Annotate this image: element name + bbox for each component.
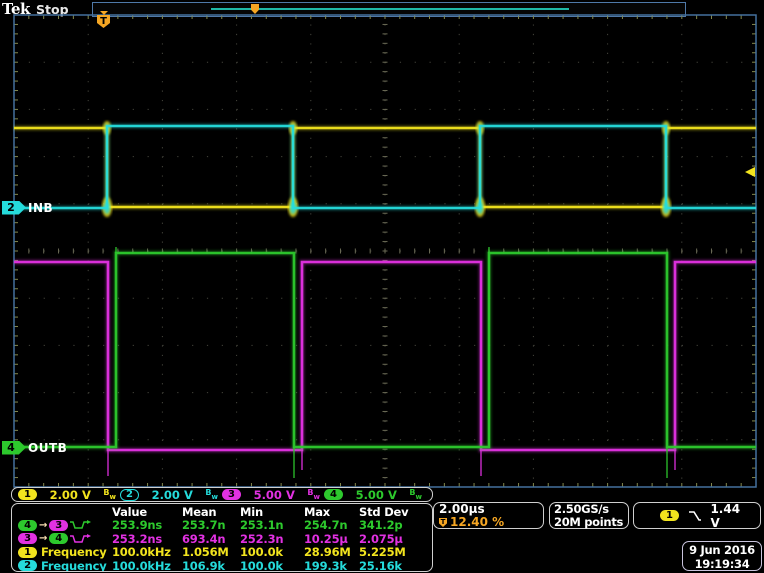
channel-4-signal-name: OUTB	[28, 441, 67, 455]
channel-3-scale: 5.00 V	[254, 488, 295, 502]
delay-edges-icon	[69, 533, 93, 545]
trigger-source-badge: 1	[660, 510, 679, 521]
measurement-value: 25.16k	[359, 559, 432, 572]
measurement-value: 106.9k	[182, 559, 240, 572]
measurement-channel-badge-3: 3	[49, 520, 68, 531]
measurement-name: Frequency	[41, 545, 107, 559]
measurement-row-icons: 4→3	[18, 519, 112, 531]
trigger-position-percent: 12.40 %	[450, 516, 504, 529]
measurement-value: 100.0k	[240, 545, 304, 559]
trigger-settings-box[interactable]: 1 1.44 V	[633, 502, 761, 529]
channel-1-badge: 1	[18, 489, 37, 500]
record-length: 20M points	[554, 516, 624, 529]
trigger-flag-arrow-icon	[100, 11, 108, 15]
arrow-icon: →	[39, 520, 47, 531]
measurement-channel-badge-1: 1	[18, 547, 37, 558]
trigger-flag-t-icon: T	[97, 15, 110, 28]
datetime-box: 9 Jun 2016 19:19:34	[682, 541, 762, 571]
measurement-row-icons: 1 Frequency	[18, 545, 112, 559]
measurement-value: 253.2ns	[112, 532, 182, 546]
measurement-row: 1 Frequency 100.0kHz1.056M100.0k28.96M5.22…	[18, 545, 432, 558]
measurement-value: 341.2p	[359, 518, 432, 532]
measurement-value: 253.9ns	[112, 518, 182, 532]
channel-2-badge: 2	[120, 489, 139, 501]
measurement-value: 252.3n	[240, 532, 304, 546]
channel-1-scale: 2.00 V	[50, 488, 91, 502]
measurement-row: 4→3253.9ns253.7n253.1n254.7n341.2p	[18, 518, 432, 531]
channel-2-scale: 2.00 V	[152, 488, 193, 502]
trigger-level-arrow-icon[interactable]	[745, 167, 755, 177]
bandwidth-limit-icon: Bw	[409, 488, 422, 501]
oscilloscope-screen: Tek Stop T 2 INB 4 OUTB 12.00 VBw22.00 V…	[0, 0, 764, 573]
measurement-value: 28.96M	[304, 545, 359, 559]
channel-4-scale: 5.00 V	[356, 488, 397, 502]
trace-ch4	[14, 247, 756, 478]
channel-3-settings[interactable]: 3 5.00 V Bw	[222, 488, 324, 502]
trigger-position-mini-icon: T	[439, 518, 447, 527]
channel-2-signal-name: INB	[28, 201, 53, 215]
trace-ch3	[14, 262, 756, 476]
measurement-channel-badge-2: 2	[18, 560, 37, 571]
channel-1-settings[interactable]: 1 2.00 V Bw	[18, 488, 120, 502]
channel-settings-bar: 1 2.00 V Bw 2 2.00 V Bw 3 5.00 V Bw 4 5.00 V Bw	[11, 487, 433, 502]
measurement-channel-badge-4: 4	[49, 533, 68, 544]
measurement-channel-badge-4: 4	[18, 520, 37, 531]
col-header-min: Min	[240, 505, 304, 519]
col-header-max: Max	[304, 505, 359, 519]
measurement-row-icons: 3→4	[18, 533, 112, 545]
measurement-row: 2 Frequency 100.0kHz106.9k100.0k199.3k25.1…	[18, 559, 432, 572]
measurement-value: 253.1n	[240, 518, 304, 532]
measurement-value: 199.3k	[304, 559, 359, 572]
channel-4-settings[interactable]: 4 5.00 V Bw	[324, 488, 426, 502]
measurement-value: 100.0k	[240, 559, 304, 572]
channel-4-position-label[interactable]: 4 OUTB	[2, 440, 67, 455]
trigger-level-value: 1.44 V	[710, 502, 752, 530]
trace-ch2	[14, 126, 756, 214]
horizontal-settings-box[interactable]: 2.00µs T 12.40 %	[433, 502, 544, 529]
measurement-value: 1.056M	[182, 545, 240, 559]
time-label: 19:19:34	[683, 557, 761, 571]
measurement-channel-badge-3: 3	[18, 533, 37, 544]
measurement-value: 254.7n	[304, 518, 359, 532]
trigger-position-flag-icon[interactable]: T	[96, 11, 111, 28]
channel-4-badge: 4	[2, 441, 26, 455]
measurement-value: 693.4n	[182, 532, 240, 546]
channel-3-badge: 3	[222, 489, 241, 500]
channel-2-settings[interactable]: 2 2.00 V Bw	[120, 488, 222, 502]
measurement-rows: 4→3253.9ns253.7n253.1n254.7n341.2p3→4253…	[18, 518, 432, 572]
bandwidth-limit-icon: Bw	[205, 488, 218, 501]
measurement-value: 253.7n	[182, 518, 240, 532]
measurement-row-icons: 2 Frequency	[18, 559, 112, 572]
measurement-value: 2.075µ	[359, 532, 432, 546]
col-header-mean: Mean	[182, 505, 240, 519]
arrow-icon: →	[39, 533, 47, 544]
measurement-value: 10.25µ	[304, 532, 359, 546]
measurement-value: 100.0kHz	[112, 559, 182, 572]
measurement-table: Value Mean Min Max Std Dev 4→3253.9ns253…	[11, 503, 433, 572]
col-header-stddev: Std Dev	[359, 505, 432, 519]
channel-2-badge: 2	[2, 201, 26, 215]
falling-edge-icon	[687, 509, 702, 522]
measurement-value: 100.0kHz	[112, 545, 182, 559]
delay-edges-icon	[69, 519, 93, 531]
bandwidth-limit-icon: Bw	[103, 488, 116, 501]
trace-ch1	[14, 121, 756, 217]
acquisition-info-box[interactable]: 2.50GS/s 20M points	[549, 502, 629, 529]
channel-4-badge: 4	[324, 489, 343, 500]
measurement-row: 3→4253.2ns693.4n252.3n10.25µ2.075µ	[18, 532, 432, 545]
date-label: 9 Jun 2016	[683, 543, 761, 557]
measurement-name: Frequency	[41, 559, 107, 572]
channel-2-position-label[interactable]: 2 INB	[2, 200, 53, 215]
bandwidth-limit-icon: Bw	[307, 488, 320, 501]
col-header-value: Value	[112, 505, 182, 519]
measurement-value: 5.225M	[359, 545, 432, 559]
measurement-header-row: Value Mean Min Max Std Dev	[18, 505, 432, 518]
